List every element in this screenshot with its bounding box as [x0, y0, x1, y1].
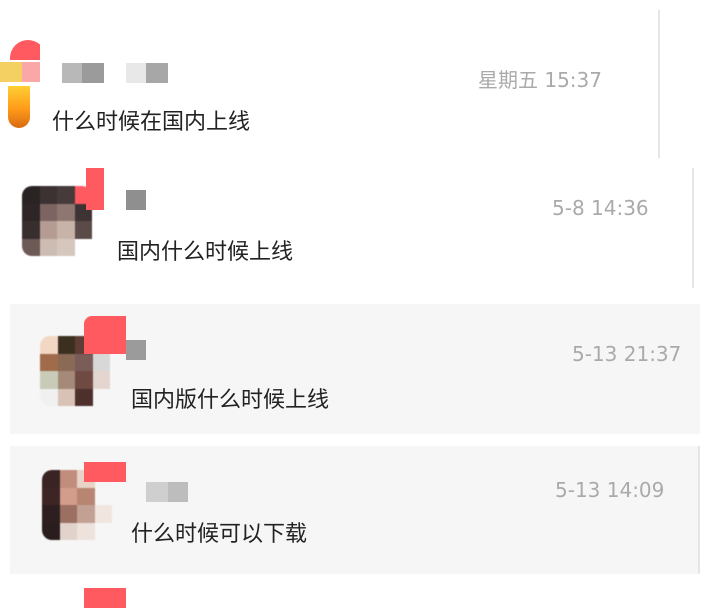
- avatar[interactable]: [22, 186, 92, 256]
- comment-item[interactable]: 5-8 14:36 国内什么时候上线: [0, 160, 698, 288]
- avatar-badge: [84, 462, 126, 482]
- scroll-divider: [658, 10, 660, 158]
- comment-item[interactable]: 5-13 14:09 什么时候可以下载: [10, 446, 700, 574]
- username-masked[interactable]: [146, 482, 190, 502]
- timestamp: 星期五 15:37: [478, 68, 602, 92]
- scroll-divider: [698, 446, 700, 574]
- avatar-badge: [84, 588, 126, 608]
- avatar-badge: [86, 168, 104, 210]
- username-masked[interactable]: [126, 340, 166, 360]
- avatar-badge: [84, 316, 126, 354]
- comment-item[interactable]: 5-13 21:37 国内版什么时候上线: [10, 304, 700, 434]
- timestamp: 5-8 14:36: [552, 196, 649, 220]
- comment-text: 国内什么时候上线: [117, 240, 294, 265]
- comment-item[interactable]: 星期五 15:37 什么时候在国内上线: [0, 0, 660, 158]
- avatar[interactable]: [0, 40, 40, 128]
- username-masked[interactable]: [126, 190, 176, 210]
- comment-text: 什么时候在国内上线: [52, 110, 251, 135]
- username-masked[interactable]: [62, 63, 212, 83]
- scroll-divider: [692, 168, 694, 288]
- comment-text: 国内版什么时候上线: [131, 388, 330, 413]
- timestamp: 5-13 14:09: [555, 478, 665, 502]
- comment-text: 什么时候可以下载: [131, 522, 308, 547]
- timestamp: 5-13 21:37: [572, 342, 682, 366]
